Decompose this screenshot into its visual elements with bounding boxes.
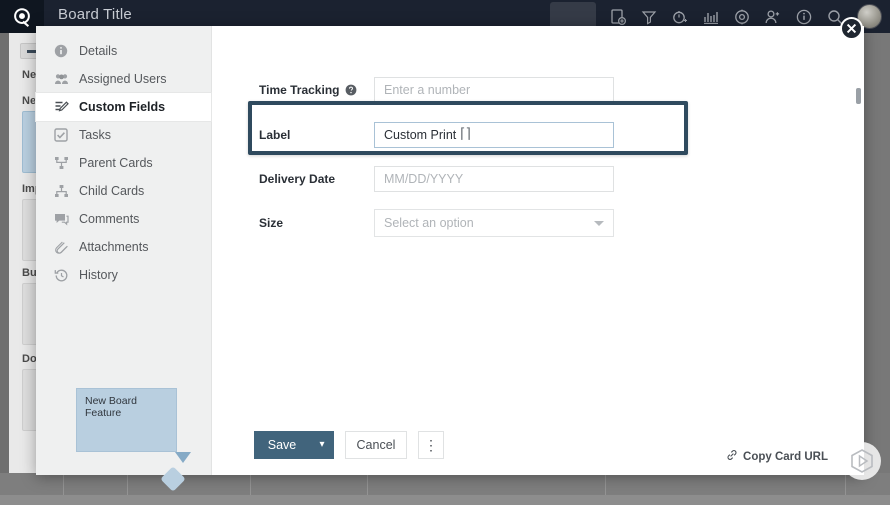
- field-control: [374, 77, 614, 103]
- field-label: Size: [212, 216, 374, 230]
- sidebar-item-label: Parent Cards: [79, 156, 153, 170]
- play-hex-icon: [851, 449, 873, 473]
- sidebar-item-attachments[interactable]: Attachments: [36, 233, 211, 261]
- kebab-menu-icon: ⋮: [424, 437, 438, 453]
- sidebar-item-custom-fields[interactable]: Custom Fields: [36, 93, 211, 121]
- sidebar-item-label: Assigned Users: [79, 72, 167, 86]
- info-icon: [53, 43, 69, 59]
- field-row-delivery-date: Delivery Date: [212, 157, 864, 201]
- column-title: Ne: [22, 69, 37, 81]
- sidebar-item-child-cards[interactable]: Child Cards: [36, 177, 211, 205]
- sidebar-item-label: Child Cards: [79, 184, 145, 198]
- modal-scrollbar-handle[interactable]: [856, 88, 861, 104]
- sidebar-item-label: Attachments: [79, 240, 149, 254]
- add-user-icon[interactable]: [764, 8, 782, 26]
- info-icon[interactable]: [795, 8, 813, 26]
- logo-icon: [14, 7, 30, 27]
- help-icon[interactable]: [345, 84, 357, 96]
- paperclip-icon: [53, 239, 69, 255]
- card-preview-title: New Board Feature: [85, 395, 137, 419]
- sidebar-item-comments[interactable]: Comments: [36, 205, 211, 233]
- screen-root: Ne New Imp Bug Doc Board Title Details A…: [0, 0, 890, 505]
- filter-icon[interactable]: [640, 8, 658, 26]
- size-select-value: Select an option: [384, 216, 474, 230]
- size-select[interactable]: Select an option: [374, 209, 614, 237]
- comment-icon: [53, 211, 69, 227]
- more-options-button[interactable]: ⋮: [418, 431, 444, 459]
- field-row-label: Label ⌈⌉: [212, 113, 864, 157]
- close-modal-button[interactable]: [840, 17, 863, 40]
- field-label: Delivery Date: [212, 172, 374, 186]
- page-footer-strip: [0, 495, 890, 505]
- sidebar-item-assigned-users[interactable]: Assigned Users: [36, 65, 211, 93]
- time-tracking-input[interactable]: [374, 77, 614, 103]
- chevron-down-icon: [594, 221, 604, 226]
- sidebar-item-label: Custom Fields: [79, 100, 166, 114]
- copy-card-url-button[interactable]: Copy Card URL: [726, 449, 828, 464]
- field-label-text: Size: [259, 216, 284, 230]
- board-bottom-rail: [0, 473, 890, 495]
- board-pointer-marker: [175, 452, 191, 463]
- modal-footer-actions: Save ▾ Cancel ⋮: [254, 431, 444, 459]
- parent-hierarchy-icon: [53, 155, 69, 171]
- timer-icon[interactable]: [671, 8, 689, 26]
- board-right-shade: [862, 33, 890, 473]
- modal-content: Time Tracking Label ⌈⌉: [212, 26, 864, 475]
- cancel-button[interactable]: Cancel: [345, 431, 407, 459]
- users-icon: [53, 71, 69, 87]
- save-dropdown-button[interactable]: ▾: [310, 431, 334, 459]
- child-hierarchy-icon: [53, 183, 69, 199]
- settings-icon[interactable]: [733, 8, 751, 26]
- field-label-text: Label: [259, 128, 291, 142]
- sidebar-item-history[interactable]: History: [36, 261, 211, 289]
- sidebar-item-label: Tasks: [79, 128, 111, 142]
- close-icon: [846, 23, 857, 34]
- checkbox-icon: [53, 127, 69, 143]
- sidebar-item-tasks[interactable]: Tasks: [36, 121, 211, 149]
- chevron-down-icon: ▾: [319, 439, 325, 450]
- field-label-text: Delivery Date: [259, 172, 336, 186]
- field-label-text: Time Tracking: [259, 83, 340, 97]
- modal-sidebar-list: Details Assigned Users Custom Fields Tas…: [36, 26, 211, 289]
- field-control: Select an option: [374, 209, 614, 237]
- edit-list-icon: [53, 99, 69, 115]
- field-control: [374, 166, 614, 192]
- sidebar-item-details[interactable]: Details: [36, 37, 211, 65]
- field-label: Label: [212, 128, 374, 142]
- clock-rewind-icon: [53, 267, 69, 283]
- field-control: ⌈⌉: [374, 122, 614, 148]
- recorder-watermark: [843, 442, 881, 480]
- card-preview[interactable]: New Board Feature: [76, 388, 177, 452]
- sidebar-item-label: History: [79, 268, 118, 282]
- copy-card-url-label: Copy Card URL: [743, 450, 828, 463]
- card-details-modal: Details Assigned Users Custom Fields Tas…: [36, 26, 864, 492]
- sidebar-item-label: Details: [79, 44, 118, 58]
- field-row-size: Size Select an option: [212, 201, 864, 245]
- page-title: Board Title: [58, 6, 132, 23]
- analytics-icon[interactable]: [702, 8, 720, 26]
- label-input[interactable]: [374, 122, 614, 148]
- sidebar-item-label: Comments: [79, 212, 140, 226]
- delivery-date-input[interactable]: [374, 166, 614, 192]
- link-icon: [726, 449, 738, 464]
- card-add-icon[interactable]: [609, 8, 627, 26]
- board-left-shade: [0, 33, 9, 495]
- field-label: Time Tracking: [212, 83, 374, 97]
- modal-sidebar: Details Assigned Users Custom Fields Tas…: [36, 26, 212, 492]
- save-button[interactable]: Save: [254, 431, 310, 459]
- sidebar-item-parent-cards[interactable]: Parent Cards: [36, 149, 211, 177]
